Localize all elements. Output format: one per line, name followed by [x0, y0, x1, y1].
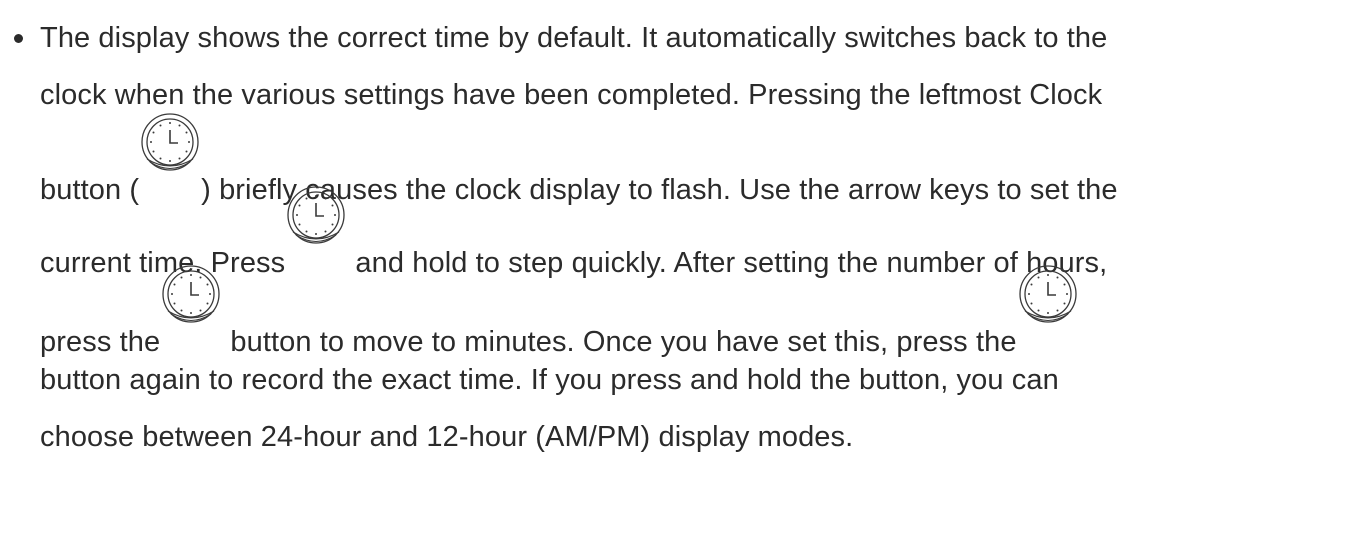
- text-line-5-end: button to move to minutes. Once you have…: [230, 326, 1017, 358]
- text-line-2: clock when the various settings have bee…: [40, 79, 1103, 111]
- clock-icon: [160, 263, 222, 325]
- instruction-paragraph: The display shows the correct time by de…: [0, 0, 1347, 545]
- clock-icon: [285, 184, 347, 246]
- text-line-5-start: press the: [40, 326, 161, 358]
- clock-icon: [139, 111, 201, 173]
- text-line-1: The display shows the correct time by de…: [40, 22, 1108, 54]
- text-line-7: choose between 24-hour and 12-hour (AM/P…: [40, 421, 854, 453]
- text-line-3-start: button (: [40, 174, 140, 206]
- clock-icon: [1017, 263, 1079, 325]
- text-line-4-end: and hold to step quickly. After setting …: [355, 247, 1108, 279]
- text-line-6: button again to record the exact time. I…: [40, 364, 1059, 396]
- text-line-5: press the button to move to minutes. Onc…: [40, 293, 1079, 360]
- text-line-3: button () briefly causes the clock displ…: [40, 141, 1118, 208]
- bullet-point: [14, 34, 23, 43]
